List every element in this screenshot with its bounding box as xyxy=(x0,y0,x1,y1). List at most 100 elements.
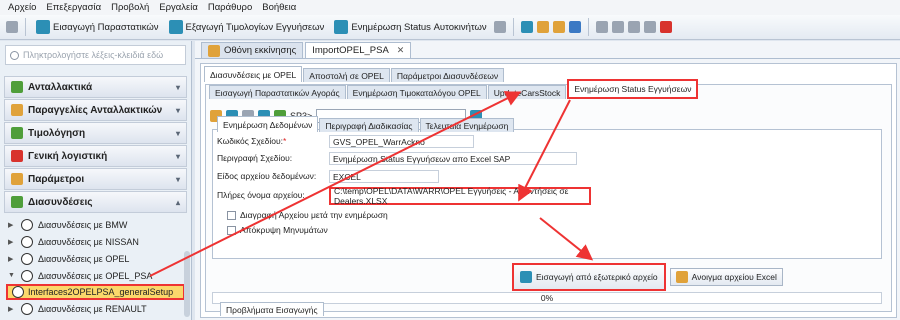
chevron-down-icon: ▾ xyxy=(175,128,180,138)
calendar-icon[interactable] xyxy=(568,21,581,33)
desc-row: Περιγραφή Σχεδίου: xyxy=(217,153,329,163)
folder-icon xyxy=(675,271,688,283)
invoicing-icon xyxy=(11,127,23,139)
expand-icon: ▶ xyxy=(8,305,14,313)
export-invoices-button[interactable]: Εξαγωγή Τιμολογίων Εγγυήσεων xyxy=(166,17,328,37)
close-tab-icon[interactable]: ✕ xyxy=(397,45,405,56)
toolbar-separator xyxy=(25,18,26,36)
chevron-down-icon: ▾ xyxy=(175,105,180,115)
chevron-up-icon: ▴ xyxy=(175,197,180,207)
type-label: Είδος αρχείου δεδομένων: xyxy=(217,171,317,181)
tab-label: Οθόνη εκκίνησης xyxy=(224,45,297,56)
sidebar-item-general-setup[interactable]: Interfaces2OPELPSA_generalSetup xyxy=(6,284,185,300)
sidebar-section-interfaces[interactable]: Διασυνδέσεις ▴ xyxy=(4,191,187,213)
hide-messages-label: Απόκρυψη Μηνυμάτων xyxy=(240,225,328,235)
main-toolbar: Εισαγωγή Παραστατικών Εξαγωγή Τιμολογίων… xyxy=(0,15,900,40)
menu-file[interactable]: Αρχείο xyxy=(8,2,36,13)
tab-update-warranty-status[interactable]: Ενημέρωση Status Εγγυήσεων xyxy=(567,79,699,99)
section-label: Διασυνδέσεις xyxy=(28,196,93,208)
forward-icon[interactable] xyxy=(611,21,624,33)
delete-file-row[interactable]: Διαγραφή Αρχείου μετά την ενημέρωση xyxy=(227,210,388,220)
tab-interface-parameters[interactable]: Παράμετροι Διασυνδέσεων xyxy=(390,68,505,82)
section-label: Τιμολόγηση xyxy=(28,127,86,139)
tab-send-to-opel[interactable]: Αποστολή σε OPEL xyxy=(303,68,390,82)
menu-help[interactable]: Βοήθεια xyxy=(262,2,296,13)
export-invoices-label: Εξαγωγή Τιμολογίων Εγγυήσεων xyxy=(185,21,325,33)
main-area: Οθόνη εκκίνησης ImportOPEL_PSA ✕ Διασυνδ… xyxy=(195,41,900,320)
home-icon xyxy=(208,44,220,57)
path-row: Πλήρες όνομα αρχείου: xyxy=(217,190,329,200)
sidebar-section-parts[interactable]: Ανταλλακτικά ▾ xyxy=(4,76,187,98)
menu-tools[interactable]: Εργαλεία xyxy=(159,2,198,13)
sidebar-section-accounting[interactable]: Γενική λογιστική ▾ xyxy=(4,145,187,167)
folder-icon[interactable] xyxy=(536,21,549,33)
type-row: Είδος αρχείου δεδομένων: xyxy=(217,171,329,181)
section-label: Ανταλλακτικά xyxy=(28,81,93,93)
tab-import-purchase-docs[interactable]: Εισαγωγή Παραστατικών Αγοράς xyxy=(209,85,346,99)
sidebar-item-bmw[interactable]: ▶ Διασυνδέσεις με BMW xyxy=(0,216,191,233)
item-label: Διασυνδέσεις με BMW xyxy=(38,219,128,230)
sidebar-section-parameters[interactable]: Παράμετροι ▾ xyxy=(4,168,187,190)
inner-tabs: Ενημέρωση Δεδομένων Περιγραφή Διαδικασία… xyxy=(217,116,515,132)
import-icon xyxy=(36,20,50,34)
path-label: Πλήρες όνομα αρχείου: xyxy=(217,190,305,200)
item-label: Διασυνδέσεις με RENAULT xyxy=(38,303,147,314)
sidebar-section-part-orders[interactable]: Παραγγελίες Ανταλλακτικών ▾ xyxy=(4,99,187,121)
tab-interfaces-opel[interactable]: Διασυνδέσεις με OPEL xyxy=(204,66,303,82)
parameters-icon xyxy=(11,173,23,185)
menu-edit[interactable]: Επεξεργασία xyxy=(46,2,101,13)
content-panel: Διασυνδέσεις με OPEL Αποστολή σε OPEL Πα… xyxy=(200,63,897,318)
search-placeholder: Πληκτρολογήστε λέξεις-κλειδιά εδώ xyxy=(23,50,164,60)
expand-icon: ▶ xyxy=(8,238,14,246)
sidebar-section-invoicing[interactable]: Τιμολόγηση ▾ xyxy=(4,122,187,144)
new-window-icon[interactable] xyxy=(520,21,533,33)
link-icon xyxy=(21,235,33,248)
sidebar-item-nissan[interactable]: ▶ Διασυνδέσεις με NISSAN xyxy=(0,233,191,250)
undo-icon[interactable] xyxy=(6,21,18,33)
code-row: Κωδικός Σχεδίου:* xyxy=(217,136,329,146)
hide-messages-checkbox[interactable] xyxy=(227,225,236,235)
item-label: Διασυνδέσεις με OPEL xyxy=(38,253,130,264)
code-label: Κωδικός Σχεδίου:* xyxy=(217,136,287,146)
import-documents-button[interactable]: Εισαγωγή Παραστατικών xyxy=(33,17,162,37)
tab-start-screen[interactable]: Οθόνη εκκίνησης xyxy=(201,42,304,58)
tab-update-price-list[interactable]: Ενημέρωση Τιμοκαταλόγου OPEL xyxy=(346,85,487,99)
update-status-button[interactable]: Ενημέρωση Status Αυτοκινήτων xyxy=(331,17,489,37)
section-label: Παραγγελίες Ανταλλακτικών xyxy=(28,104,163,116)
code-field[interactable]: GVS_OPEL_WarrAckno xyxy=(329,135,474,148)
import-external-file-button[interactable]: Εισαγωγή από εξωτερικό αρχείο xyxy=(512,263,666,291)
sidebar-item-opel-psa[interactable]: ▼ Διασυνδέσεις με OPEL_PSA xyxy=(0,267,191,284)
toolbar-separator xyxy=(587,18,589,36)
menu-window[interactable]: Παράθυρο xyxy=(208,2,252,13)
update-icon xyxy=(334,20,349,34)
tab-import-problems[interactable]: Προβλήματα Εισαγωγής xyxy=(220,302,324,316)
orders-icon xyxy=(11,104,23,116)
tab-last-update[interactable]: Τελευταία Ενημέρωση xyxy=(419,118,515,132)
sidebar: Πληκτρολογήστε λέξεις-κλειδιά εδώ Ανταλλ… xyxy=(0,41,192,320)
note-icon[interactable] xyxy=(552,21,565,33)
file-path-field[interactable]: C:\temp\OPEL\DATA\WARR\OPEL Εγγυήσεις - … xyxy=(329,186,591,206)
sidebar-item-opel[interactable]: ▶ Διασυνδέσεις με OPEL xyxy=(0,250,191,267)
sidebar-item-renault[interactable]: ▶ Διασυνδέσεις με RENAULT xyxy=(0,300,191,317)
tab-update-data[interactable]: Ενημέρωση Δεδομένων xyxy=(217,116,319,132)
tab-import-opel-psa[interactable]: ImportOPEL_PSA ✕ xyxy=(305,42,412,58)
delete-file-label: Διαγραφή Αρχείου μετά την ενημέρωση xyxy=(240,210,388,220)
delete-file-checkbox[interactable] xyxy=(227,210,236,220)
search-icon xyxy=(10,50,19,60)
tab-process-description[interactable]: Περιγραφή Διαδικασίας xyxy=(319,118,419,132)
sidebar-scrollbar[interactable] xyxy=(184,251,190,317)
file-type-field[interactable]: EXCEL xyxy=(329,170,439,183)
menu-view[interactable]: Προβολή xyxy=(111,2,149,13)
close-icon[interactable] xyxy=(659,21,672,33)
refresh-icon[interactable] xyxy=(627,21,640,33)
hide-messages-row[interactable]: Απόκρυψη Μηνυμάτων xyxy=(227,225,328,235)
settings-icon[interactable] xyxy=(643,21,656,33)
chevron-down-icon: ▾ xyxy=(175,82,180,92)
back-icon[interactable] xyxy=(595,21,608,33)
update-data-panel: Ενημέρωση Δεδομένων Περιγραφή Διαδικασία… xyxy=(212,116,882,259)
search-input[interactable]: Πληκτρολογήστε λέξεις-κλειδιά εδώ xyxy=(5,45,186,65)
open-excel-button[interactable]: Ανοιγμα αρχείου Excel xyxy=(669,268,783,286)
description-field[interactable]: Ενημέρωση Status Εγγυήσεων απο Excel SAP xyxy=(329,152,577,165)
print-icon[interactable] xyxy=(493,21,506,33)
tab-update-cars-stock[interactable]: UpdateCarsStock xyxy=(487,85,567,99)
